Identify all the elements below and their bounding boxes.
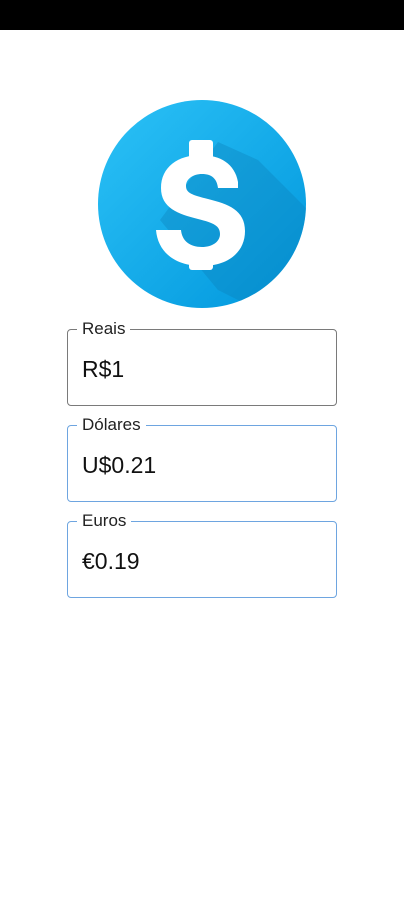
reais-input[interactable] (82, 352, 322, 386)
euros-input[interactable] (82, 544, 322, 578)
dolares-input[interactable] (82, 448, 322, 482)
reais-label: Reais (77, 319, 131, 339)
status-bar (0, 0, 404, 30)
dolares-field[interactable]: Dólares (67, 415, 337, 502)
euros-field[interactable]: Euros (67, 511, 337, 598)
dolares-label: Dólares (77, 415, 146, 435)
dollar-sign-icon (98, 100, 306, 308)
euros-label: Euros (77, 511, 132, 531)
app-screen: Reais Dólares Euros (0, 0, 404, 900)
reais-field[interactable]: Reais (67, 319, 337, 406)
